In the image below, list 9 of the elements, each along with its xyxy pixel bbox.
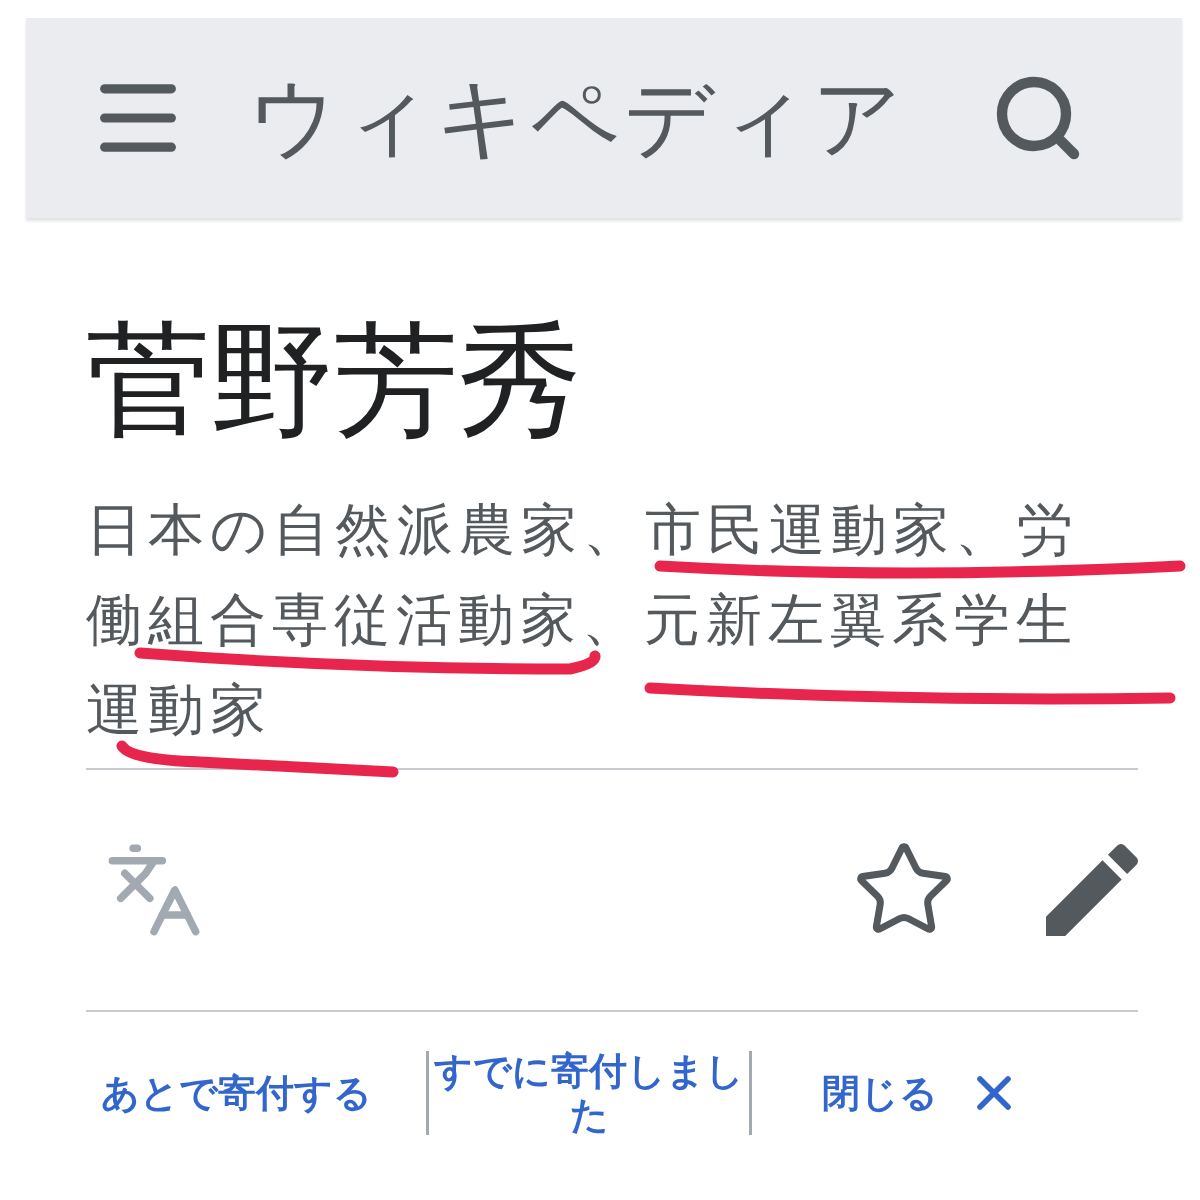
description-line: 働組合専従活動家、元新左翼系学生 xyxy=(86,591,1078,648)
donate-link[interactable]: すでに寄付しました xyxy=(429,1048,749,1137)
close-button[interactable]: 閉じる xyxy=(752,1064,1092,1121)
article-title: 菅野芳秀 xyxy=(86,312,583,452)
description-line: 運動家 xyxy=(86,681,272,738)
site-title: ウィキペディア xyxy=(248,68,907,169)
pencil-icon[interactable] xyxy=(1046,843,1138,936)
donate-link[interactable]: あとで寄付する xyxy=(46,1070,426,1115)
description-line: 日本の自然派農家、市民運動家、労 xyxy=(86,501,1079,558)
